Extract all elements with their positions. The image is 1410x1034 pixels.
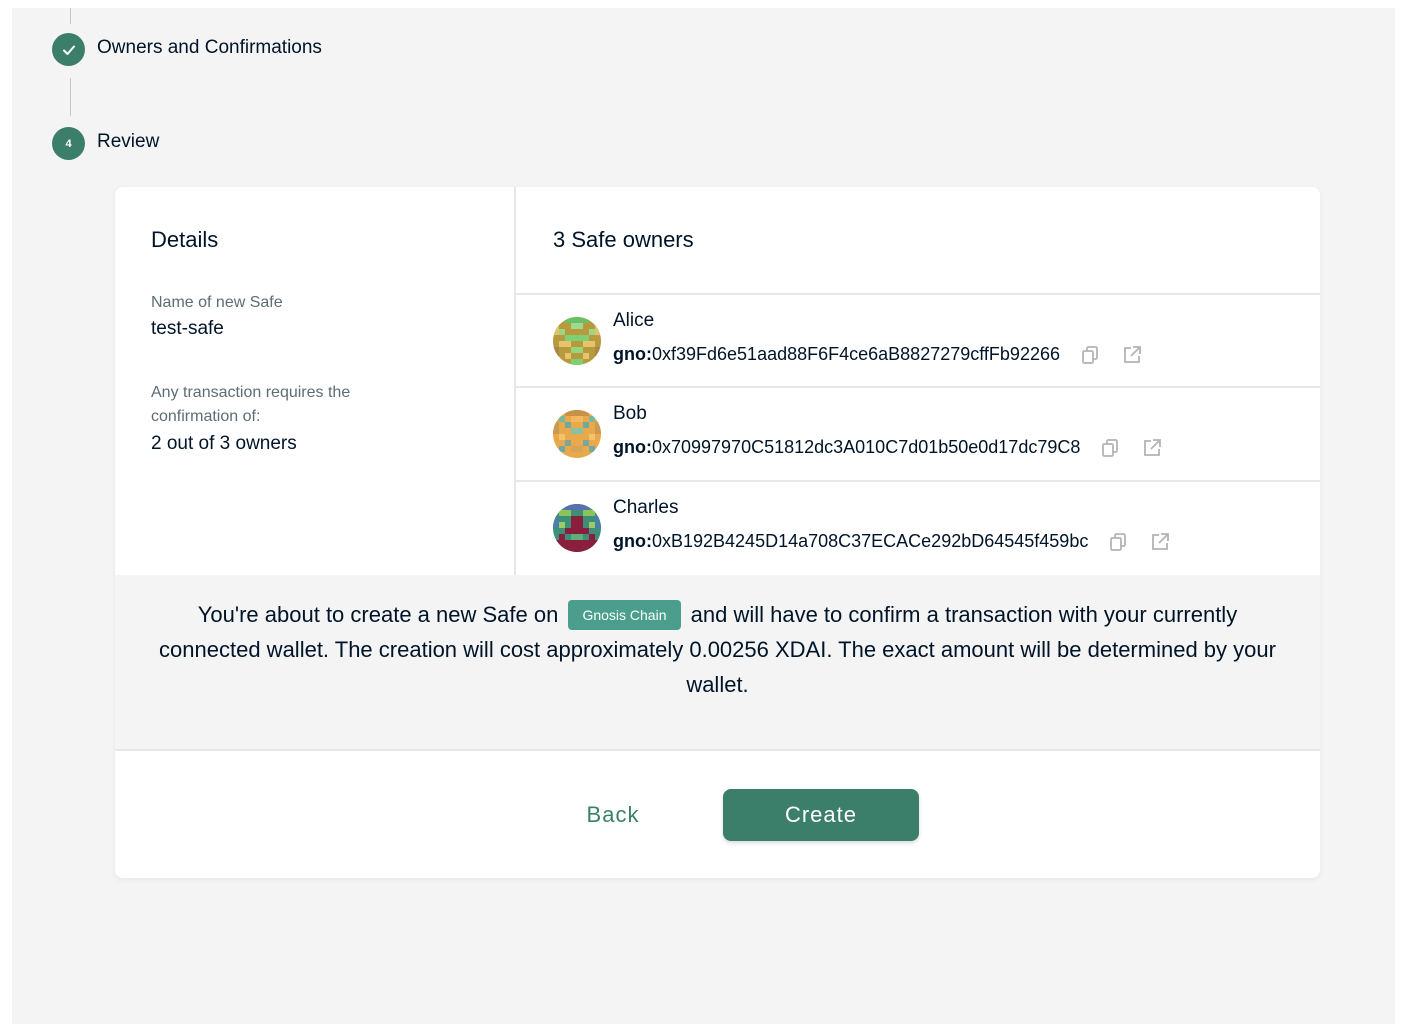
step-completed-indicator <box>52 33 85 66</box>
step-label-owners: Owners and Confirmations <box>97 37 322 58</box>
network-prefix: gno: <box>613 531 652 551</box>
copy-icon[interactable] <box>1099 437 1121 459</box>
external-link-icon[interactable] <box>1141 437 1163 459</box>
back-button[interactable]: Back <box>561 789 665 841</box>
details-title: Details <box>151 227 219 252</box>
owner-row: Alice gno:0xf39Fd6e51aad88F6F4ce6aB88272… <box>516 295 1320 388</box>
identicon-avatar <box>553 504 601 552</box>
owner-address: gno:0xB192B4245D14a708C37ECACe292bD64545… <box>613 531 1171 553</box>
network-chip: Gnosis Chain <box>568 600 681 630</box>
address-text: 0xf39Fd6e51aad88F6F4ce6aB8827279cffFb922… <box>651 344 1060 364</box>
owner-name: Alice <box>613 310 655 331</box>
owners-title: 3 Safe owners <box>553 227 694 252</box>
owner-name: Charles <box>613 497 679 518</box>
address-text: 0xB192B4245D14a708C37ECACe292bD64545f459… <box>651 531 1089 551</box>
review-card: Details Name of new Safe test-safe Any t… <box>115 187 1320 878</box>
stepper-connector <box>70 8 71 24</box>
identicon-avatar <box>553 317 601 365</box>
address-text: 0x70997970C51812dc3A010C7d01b50e0d17dc79… <box>651 437 1081 457</box>
stepper-connector <box>70 78 71 116</box>
external-link-icon[interactable] <box>1121 344 1143 366</box>
notice-text-before: You're about to create a new Safe on <box>197 602 559 627</box>
threshold-label: Any transaction requires the confirmatio… <box>151 384 351 425</box>
owner-name: Bob <box>613 403 647 424</box>
creation-notice: You're about to create a new Safe on Gno… <box>115 575 1320 751</box>
step-label-review: Review <box>97 131 160 152</box>
owners-panel: 3 Safe owners Alice gno:0xf39Fd6e51aad88… <box>516 187 1320 575</box>
copy-icon[interactable] <box>1079 344 1101 366</box>
owner-address: gno:0xf39Fd6e51aad88F6F4ce6aB8827279cffF… <box>613 344 1143 366</box>
details-panel: Details Name of new Safe test-safe Any t… <box>115 187 516 575</box>
owner-row: Charles gno:0xB192B4245D14a708C37ECACe29… <box>516 482 1320 575</box>
check-icon <box>62 45 75 55</box>
safe-name-value: test-safe <box>151 318 224 339</box>
threshold-value: 2 out of 3 owners <box>151 433 297 454</box>
step-number-indicator: 4 <box>52 127 85 160</box>
network-prefix: gno: <box>613 437 652 457</box>
copy-icon[interactable] <box>1107 531 1129 553</box>
owner-row: Bob gno:0x70997970C51812dc3A010C7d01b50e… <box>516 388 1320 481</box>
create-button[interactable]: Create <box>723 789 919 841</box>
network-prefix: gno: <box>613 344 652 364</box>
identicon-avatar <box>553 410 601 458</box>
safe-name-label: Name of new Safe <box>151 294 283 311</box>
external-link-icon[interactable] <box>1149 531 1171 553</box>
owner-address: gno:0x70997970C51812dc3A010C7d01b50e0d17… <box>613 437 1163 459</box>
